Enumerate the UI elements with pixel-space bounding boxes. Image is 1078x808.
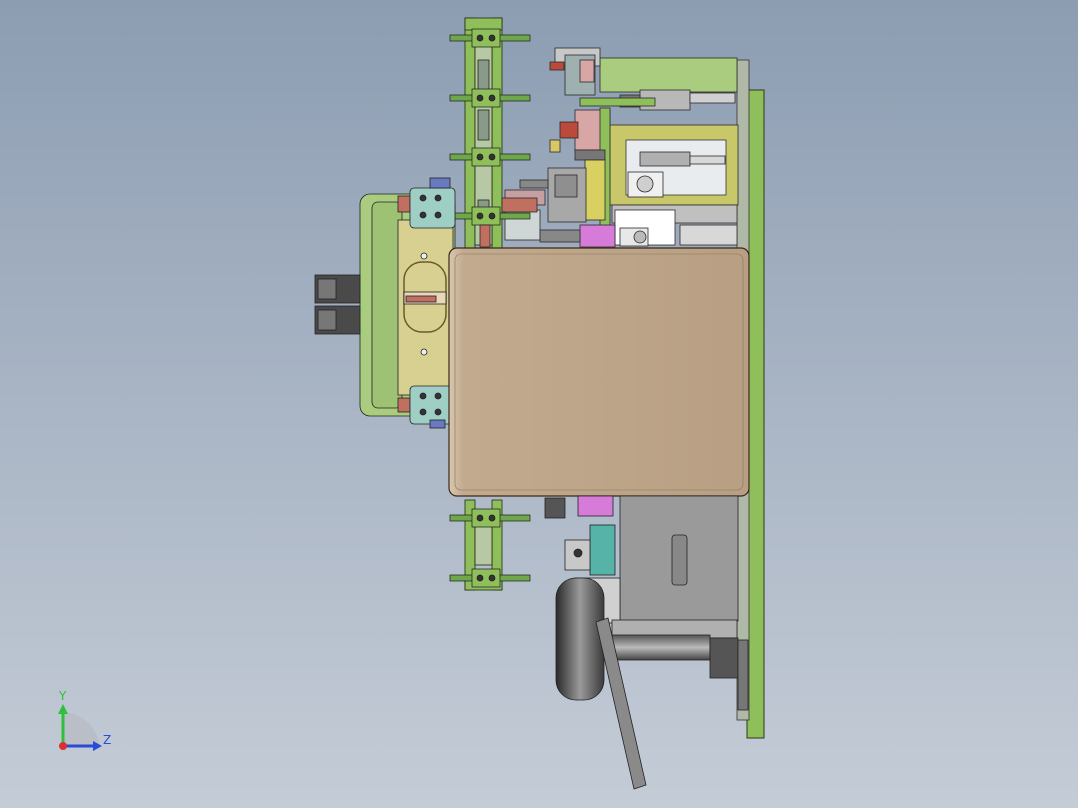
cad-viewport[interactable]: Y Z	[0, 0, 1078, 808]
bolt-row-1	[449, 28, 531, 48]
bolt-row-2	[449, 88, 531, 108]
upper-mechanism	[504, 47, 739, 248]
bolt-row-6	[449, 568, 531, 588]
bolt-row-3	[449, 147, 531, 167]
z-axis-label: Z	[103, 733, 111, 747]
y-axis-label: Y	[58, 689, 67, 703]
bolt-row-5	[449, 508, 531, 528]
cad-assembly-drawing[interactable]: Y Z	[0, 0, 1078, 808]
main-cover	[448, 247, 750, 497]
coordinate-triad: Y Z	[58, 689, 111, 751]
lower-mechanism	[544, 495, 749, 790]
